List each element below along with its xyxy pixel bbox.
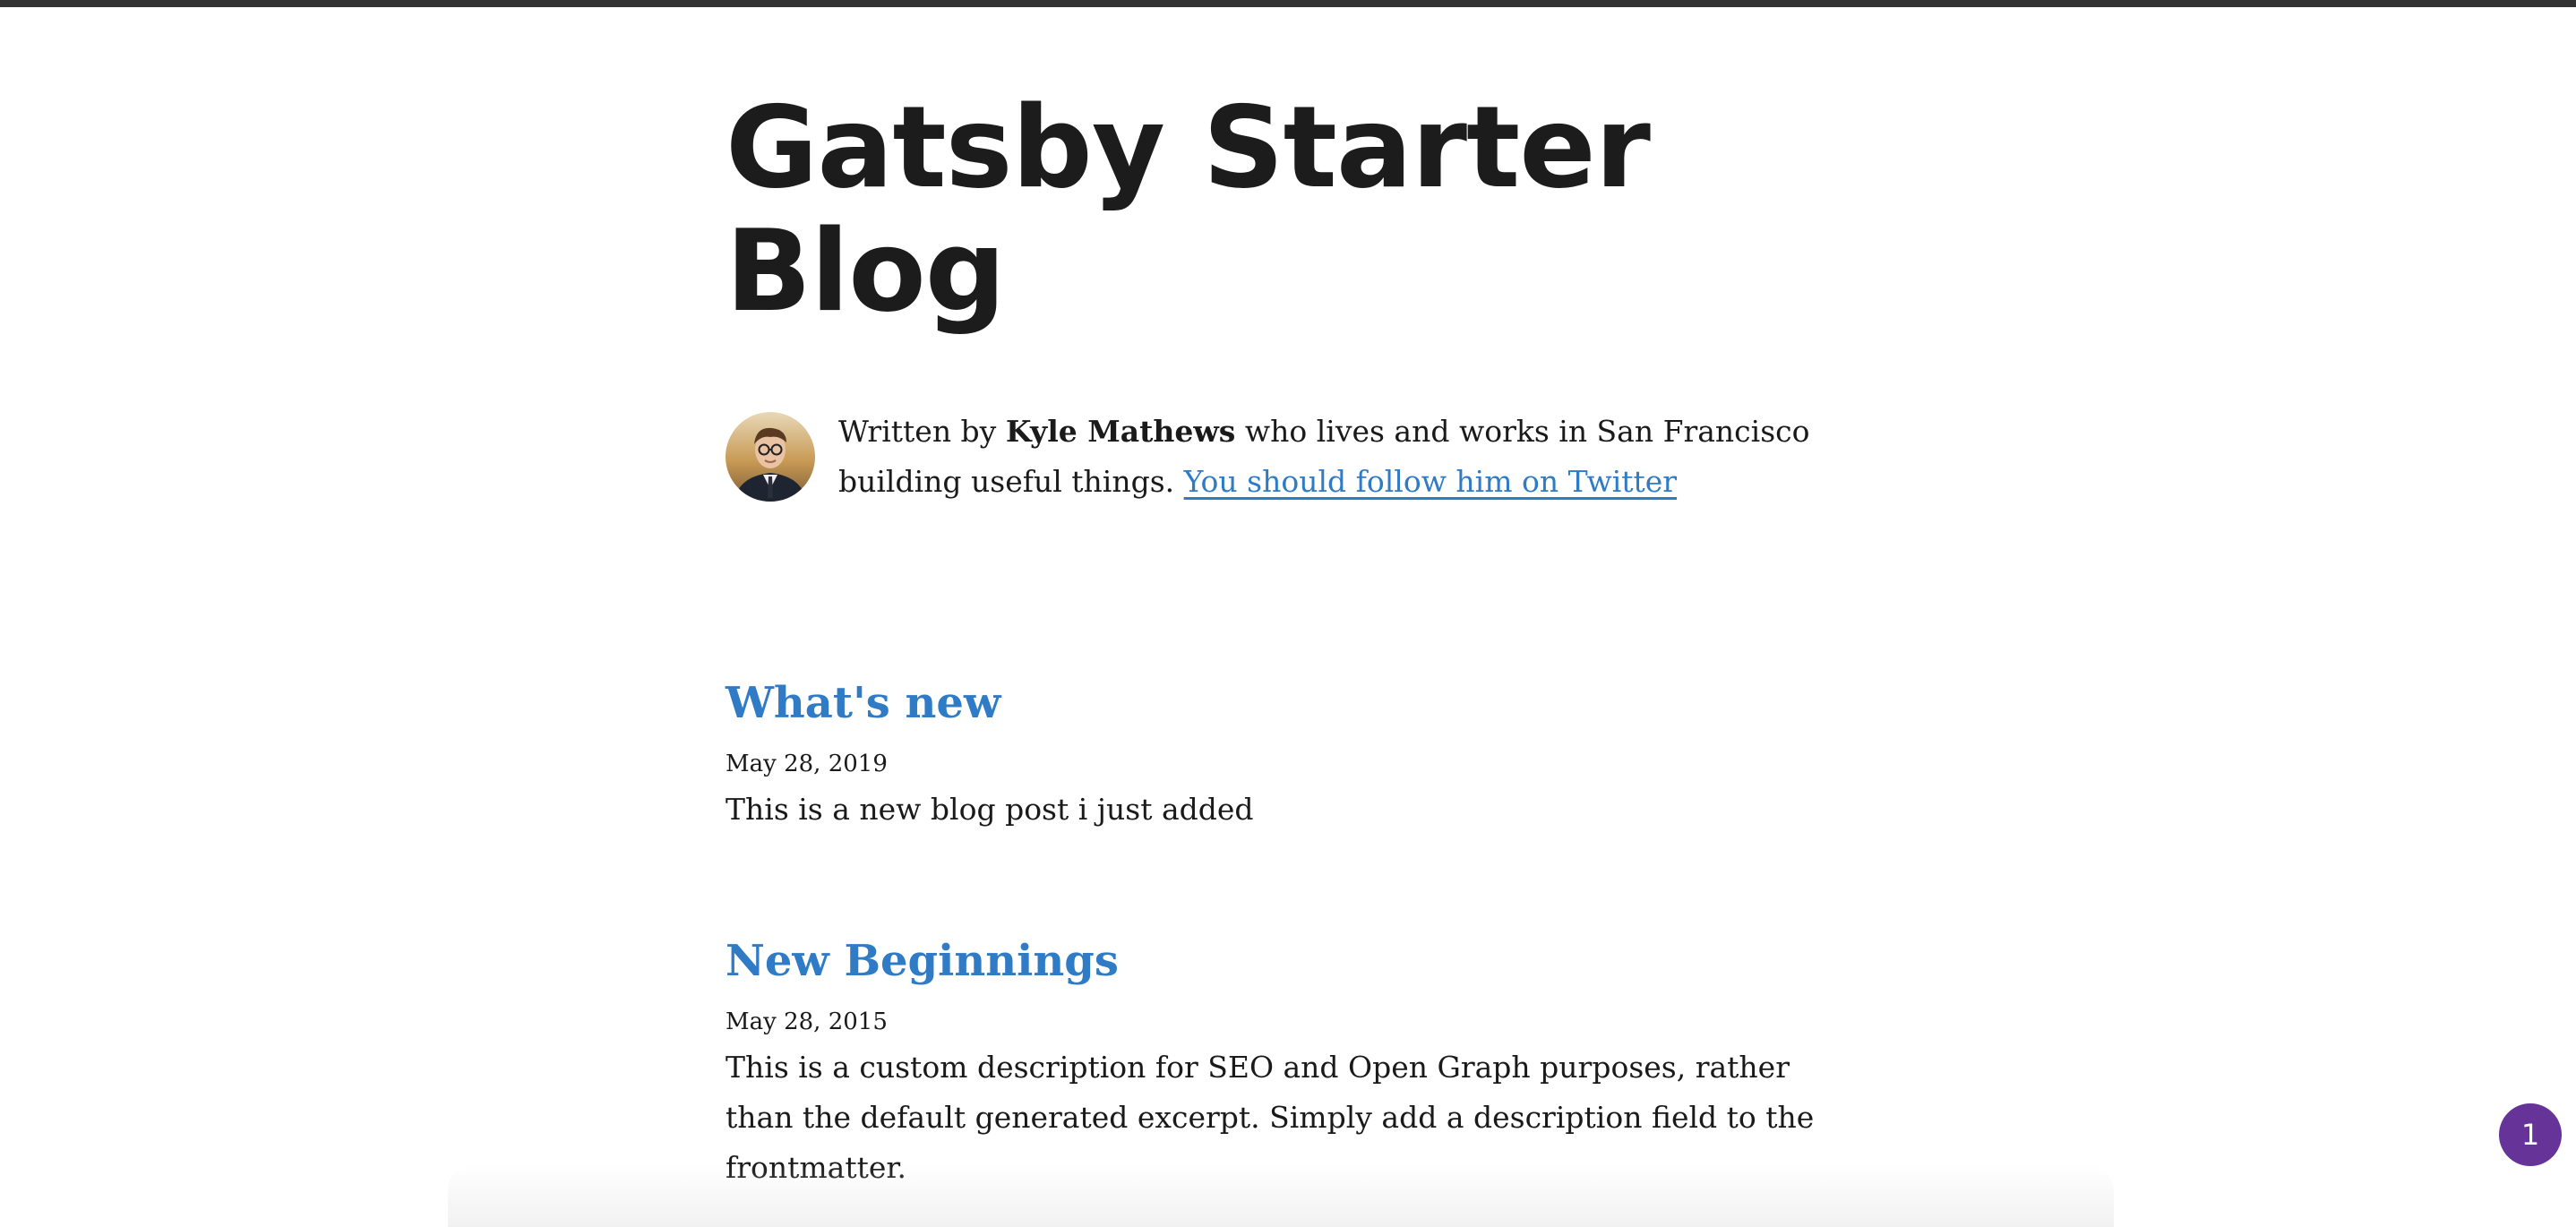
post-item: New Beginnings May 28, 2015 This is a cu…: [726, 933, 1854, 1193]
author-avatar-icon: [726, 412, 815, 502]
post-title-link[interactable]: New Beginnings: [726, 936, 1119, 986]
site-title[interactable]: Gatsby Starter Blog: [726, 86, 1800, 333]
post-item: What's new May 28, 2019 This is a new bl…: [726, 675, 1854, 835]
post-title-link[interactable]: What's new: [726, 678, 1000, 728]
author-bio: Written by Kyle Mathews who lives and wo…: [726, 407, 1854, 507]
post-title[interactable]: What's new: [726, 675, 1854, 731]
twitter-link[interactable]: You should follow him on Twitter: [1184, 464, 1677, 499]
top-accent-bar: [0, 0, 2576, 7]
post-date: May 28, 2019: [726, 751, 888, 777]
post-date: May 28, 2015: [726, 1008, 888, 1035]
bio-author: Kyle Mathews: [1005, 414, 1236, 449]
notification-badge[interactable]: 1: [2499, 1103, 2562, 1166]
bottom-shadow: [448, 1164, 2114, 1227]
bio-prefix: Written by: [838, 414, 1006, 449]
post-title[interactable]: New Beginnings: [726, 933, 1854, 989]
bio-text: Written by Kyle Mathews who lives and wo…: [838, 407, 1854, 507]
post-description: This is a new blog post i just added: [726, 792, 1254, 827]
